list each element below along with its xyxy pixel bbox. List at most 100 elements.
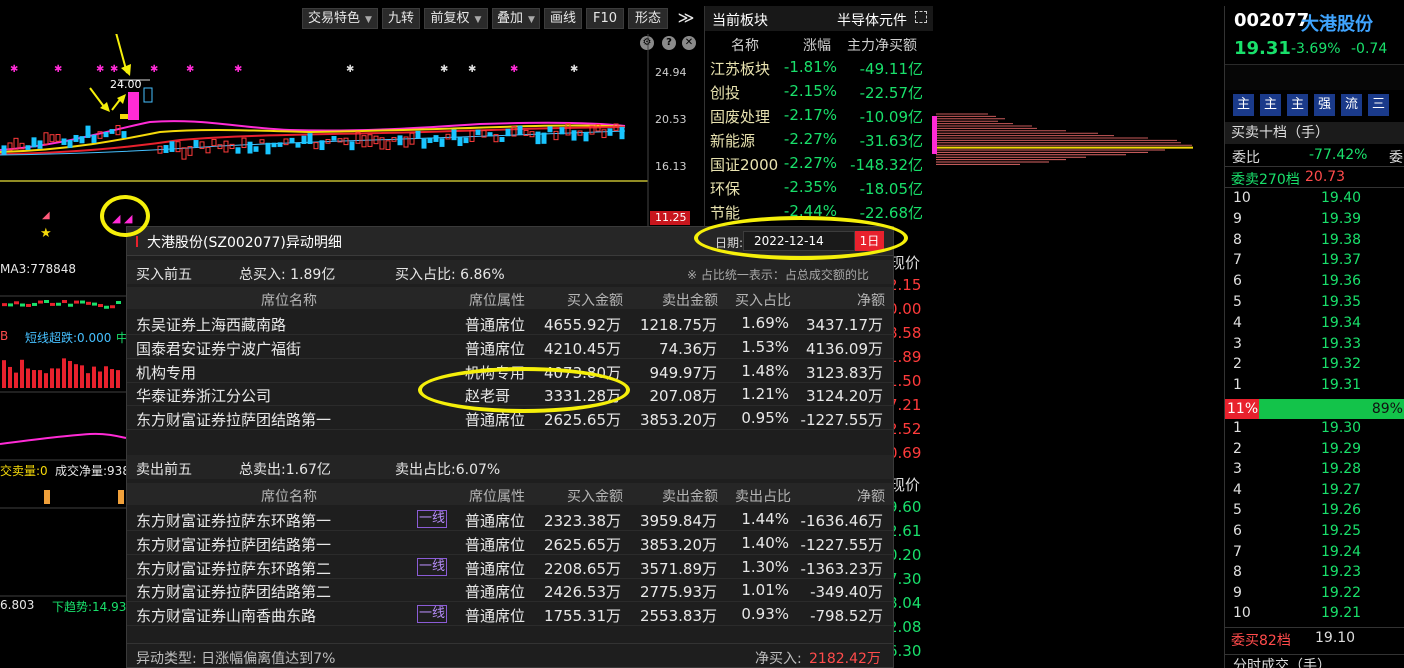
quote-tab[interactable]: 强 bbox=[1314, 94, 1335, 116]
draw-line-button[interactable]: 画线 bbox=[544, 8, 582, 29]
indicator-bar bbox=[50, 368, 54, 388]
sector-name: 新能源 bbox=[710, 132, 756, 150]
candle bbox=[331, 136, 337, 141]
bid-level-row[interactable]: 10 19.21 bbox=[1225, 605, 1404, 625]
seat-row[interactable]: 国泰君安证券宁波广福街 普通席位 4210.45万 74.36万 1.53% 4136.0… bbox=[127, 335, 893, 359]
bid-level-row[interactable]: 7 19.24 bbox=[1225, 544, 1404, 564]
stock-name[interactable]: 大港股份 bbox=[1301, 10, 1373, 36]
tab-current-sector[interactable]: 当前板块 bbox=[712, 10, 768, 30]
ask-level-row[interactable]: 2 19.32 bbox=[1225, 356, 1404, 376]
first-line-badge: 一线 bbox=[417, 557, 447, 576]
amount-pct: 0.95% bbox=[741, 409, 789, 428]
net-amount: 4136.09万 bbox=[805, 339, 883, 358]
candle bbox=[301, 135, 307, 144]
candle bbox=[235, 147, 241, 154]
seat-attr: 普通席位 bbox=[465, 339, 526, 358]
f10-button[interactable]: F10 bbox=[586, 8, 624, 29]
indicator-line bbox=[0, 432, 127, 445]
seat-row[interactable]: 东方财富证券山南香曲东路 一线 普通席位 1755.31万 2553.83万 0.93% -… bbox=[127, 602, 893, 627]
adjust-label: 前复权 bbox=[430, 11, 470, 26]
candle bbox=[211, 138, 217, 147]
more-toolbar-button[interactable]: ≫ bbox=[672, 8, 700, 29]
candle bbox=[607, 128, 613, 136]
expand-icon[interactable] bbox=[915, 11, 927, 23]
level-number: 9 bbox=[1233, 210, 1242, 227]
level-price: 19.34 bbox=[1321, 314, 1362, 331]
bid-level-row[interactable]: 2 19.29 bbox=[1225, 441, 1404, 461]
trade-feature-button[interactable]: 交易特色 ▼ bbox=[302, 8, 378, 29]
indicator-bar bbox=[92, 366, 96, 388]
candle bbox=[277, 142, 283, 147]
seat-row[interactable]: 东方财富证券拉萨团结路第二 普通席位 2426.53万 2775.93万 1.01% -3… bbox=[127, 578, 893, 603]
quote-tab[interactable]: 三 bbox=[1368, 94, 1389, 116]
price-tick: 24.94 bbox=[655, 66, 687, 79]
pattern-button[interactable]: 形态 bbox=[628, 8, 668, 29]
net-vol-indicator: 成交净量:938 bbox=[55, 464, 130, 478]
seat-row[interactable]: 东方财富证券拉萨东环路第二 一线 普通席位 2208.65万 3571.89万 1.30%… bbox=[127, 555, 893, 579]
ask-level-row[interactable]: 9 19.39 bbox=[1225, 211, 1404, 231]
level-number: 5 bbox=[1233, 502, 1242, 519]
ask-level-row[interactable]: 10 19.40 bbox=[1225, 190, 1404, 210]
adjust-button[interactable]: 前复权 ▼ bbox=[424, 8, 488, 29]
candle bbox=[505, 128, 511, 137]
ask-level-row[interactable]: 7 19.37 bbox=[1225, 252, 1404, 272]
candle bbox=[415, 130, 421, 139]
sector-change: -2.27% bbox=[783, 154, 837, 172]
sector-row[interactable]: 新能源 -2.27% -31.63亿 bbox=[705, 130, 933, 154]
col-buy-amount: 买入金额 bbox=[567, 489, 623, 505]
candle bbox=[559, 127, 565, 135]
quote-tab[interactable]: 主 bbox=[1260, 94, 1281, 116]
level-price: 19.27 bbox=[1321, 481, 1362, 498]
overlay-button[interactable]: 叠加 ▼ bbox=[492, 8, 540, 29]
sector-row[interactable]: 国证2000 -2.27% -148.32亿 bbox=[705, 154, 933, 178]
buy-amount: 2426.53万 bbox=[543, 583, 621, 602]
sector-row[interactable]: 江苏板块 -1.81% -49.11亿 bbox=[705, 58, 933, 82]
sell-amount: 949.97万 bbox=[649, 363, 718, 382]
candle bbox=[91, 134, 97, 143]
nine-turn-label: 九转 bbox=[387, 11, 414, 26]
sell-amount: 2775.93万 bbox=[639, 583, 717, 602]
seat-row[interactable]: 东方财富证券拉萨团结路第一 普通席位 2625.65万 3853.20万 1.40% -1… bbox=[127, 531, 893, 555]
seat-row[interactable]: 东吴证券上海西藏南路 普通席位 4655.92万 1218.75万 1.69% 3437.… bbox=[127, 311, 893, 335]
seat-attr: 普通席位 bbox=[465, 583, 526, 602]
tab-semiconductor[interactable]: 半导体元件 bbox=[837, 10, 907, 30]
bid-level-row[interactable]: 1 19.30 bbox=[1225, 420, 1404, 440]
sector-row[interactable]: 创投 -2.15% -22.57亿 bbox=[705, 82, 933, 106]
highlight-candle bbox=[120, 114, 128, 119]
bid-level-row[interactable]: 5 19.26 bbox=[1225, 502, 1404, 522]
signal-star-icon: ✱ bbox=[570, 64, 578, 75]
overlay-label: 叠加 bbox=[497, 11, 524, 26]
signal-star-icon: ✱ bbox=[10, 64, 18, 75]
candle bbox=[61, 138, 67, 145]
level-price: 19.23 bbox=[1321, 564, 1362, 581]
amount-pct: 1.30% bbox=[741, 557, 789, 576]
seat-attr: 普通席位 bbox=[465, 607, 526, 626]
ask-level-row[interactable]: 1 19.31 bbox=[1225, 377, 1404, 397]
ask-level-row[interactable]: 3 19.33 bbox=[1225, 336, 1404, 356]
bid-level-row[interactable]: 8 19.23 bbox=[1225, 564, 1404, 584]
ask-level-row[interactable]: 4 19.34 bbox=[1225, 315, 1404, 335]
candle bbox=[223, 140, 229, 153]
bid-level-row[interactable]: 4 19.27 bbox=[1225, 482, 1404, 502]
ask-level-row[interactable]: 5 19.35 bbox=[1225, 294, 1404, 314]
bid-level-row[interactable]: 9 19.22 bbox=[1225, 585, 1404, 605]
nine-turn-button[interactable]: 九转 bbox=[382, 8, 420, 29]
seat-row[interactable]: 东方财富证券拉萨东环路第一 一线 普通席位 2323.38万 3959.84万 1.44%… bbox=[127, 507, 893, 531]
bid-level-row[interactable]: 6 19.25 bbox=[1225, 523, 1404, 543]
col-net: 净额 bbox=[857, 489, 885, 505]
quote-tab[interactable]: 主 bbox=[1287, 94, 1308, 116]
quote-tab[interactable]: 主 bbox=[1233, 94, 1254, 116]
highlight-candle bbox=[128, 92, 139, 120]
indicator-bar bbox=[98, 371, 102, 388]
signal-star-icon: ✱ bbox=[54, 64, 62, 75]
buy-amount: 4655.92万 bbox=[543, 316, 621, 334]
sector-row[interactable]: 固废处理 -2.17% -10.09亿 bbox=[705, 106, 933, 130]
sector-change: -2.15% bbox=[783, 82, 837, 100]
indicator-bar bbox=[2, 360, 6, 388]
ask-level-row[interactable]: 8 19.38 bbox=[1225, 232, 1404, 252]
sector-tabs: 当前板块 半导体元件 bbox=[705, 6, 933, 31]
bid-level-row[interactable]: 3 19.28 bbox=[1225, 461, 1404, 481]
quote-tab[interactable]: 流 bbox=[1341, 94, 1362, 116]
sector-row[interactable]: 环保 -2.35% -18.05亿 bbox=[705, 178, 933, 202]
ask-level-row[interactable]: 6 19.36 bbox=[1225, 273, 1404, 293]
